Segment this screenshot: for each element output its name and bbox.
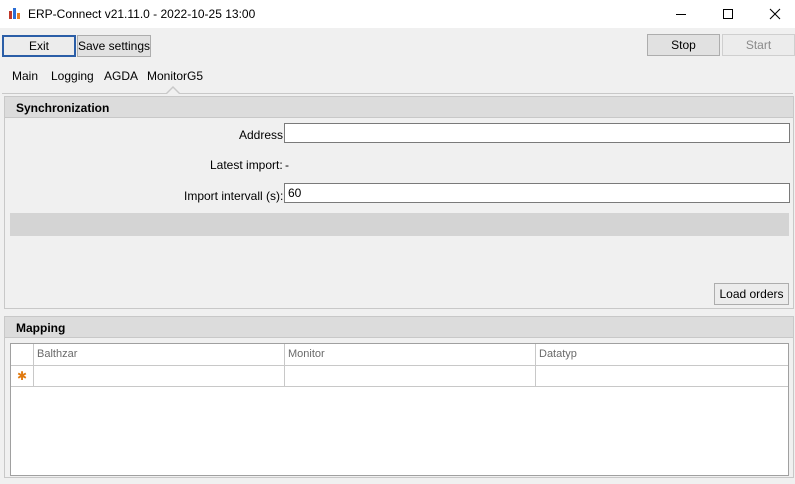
column-header-balthzar[interactable]: Balthzar — [34, 344, 285, 366]
maximize-button[interactable] — [705, 0, 751, 28]
close-icon — [769, 8, 781, 20]
latest-import-label: Latest import: — [210, 158, 283, 172]
maximize-icon — [723, 9, 733, 19]
tab-main[interactable]: Main — [12, 69, 38, 83]
start-button[interactable]: Start — [722, 34, 795, 56]
save-settings-button[interactable]: Save settings — [77, 35, 151, 57]
tab-divider — [2, 93, 793, 94]
window-title: ERP-Connect v21.11.0 - 2022-10-25 13:00 — [28, 7, 256, 21]
import-interval-label: Import intervall (s): — [184, 189, 284, 203]
mapping-title: Mapping — [16, 321, 66, 335]
import-interval-input[interactable] — [284, 183, 790, 203]
status-bar — [10, 213, 789, 236]
title-bar: ERP-Connect v21.11.0 - 2022-10-25 13:00 — [0, 0, 795, 28]
mapping-panel: Mapping Balthzar Monitor Datatyp ✱ — [4, 316, 794, 478]
stop-button[interactable]: Stop — [647, 34, 720, 56]
mapping-header: Mapping — [5, 317, 793, 338]
grid-header: Balthzar Monitor Datatyp — [11, 344, 788, 366]
synchronization-title: Synchronization — [16, 101, 110, 115]
tab-logging[interactable]: Logging — [51, 69, 94, 83]
close-button[interactable] — [752, 0, 795, 28]
address-label: Address — [239, 128, 284, 142]
minimize-button[interactable] — [658, 0, 704, 28]
new-row-icon: ✱ — [17, 369, 28, 383]
table-row-new[interactable] — [11, 366, 788, 387]
cell-datatyp[interactable] — [536, 366, 788, 387]
tab-strip: Main Logging AGDA MonitorG5 — [0, 66, 795, 92]
latest-import-value: - — [285, 158, 289, 172]
mapping-grid[interactable]: Balthzar Monitor Datatyp ✱ — [10, 343, 789, 476]
address-input[interactable] — [284, 123, 790, 143]
minimize-icon — [676, 14, 686, 15]
column-header-monitor[interactable]: Monitor — [285, 344, 536, 366]
tab-monitorg5[interactable]: MonitorG5 — [147, 69, 203, 83]
app-icon — [9, 8, 20, 19]
tab-agda[interactable]: AGDA — [104, 69, 138, 83]
synchronization-panel: Synchronization Address Latest import: -… — [4, 96, 794, 309]
selected-tab-indicator-fill — [167, 88, 179, 94]
cell-balthzar[interactable] — [34, 366, 285, 387]
synchronization-header: Synchronization — [5, 97, 793, 118]
load-orders-button[interactable]: Load orders — [714, 283, 789, 305]
exit-button[interactable]: Exit — [2, 35, 76, 57]
column-header-datatyp[interactable]: Datatyp — [536, 344, 788, 366]
cell-monitor[interactable] — [285, 366, 536, 387]
